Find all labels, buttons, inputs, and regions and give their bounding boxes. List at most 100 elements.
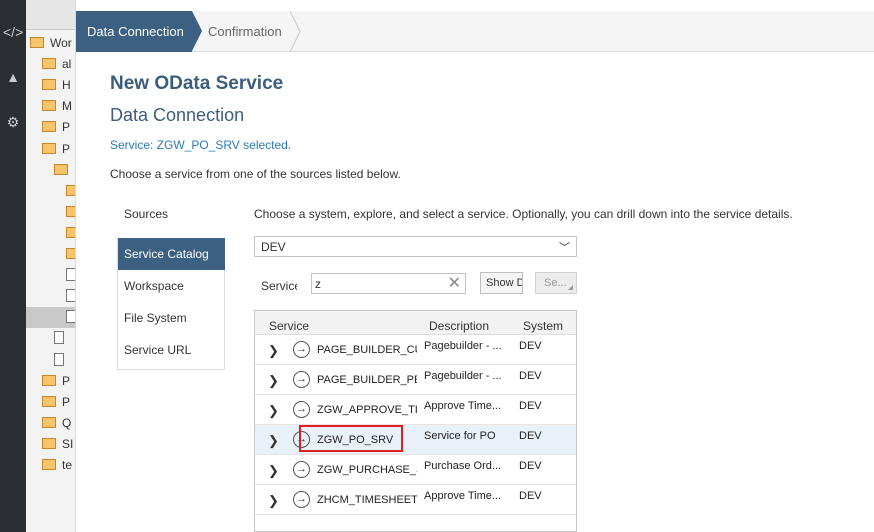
- tree-item-label: P: [62, 373, 71, 388]
- expand-chevron-icon[interactable]: ❯: [268, 403, 279, 419]
- source-item-service-url[interactable]: Service URL: [118, 334, 225, 366]
- folder-icon: [66, 226, 75, 238]
- catalog-instructions: Choose a system, explore, and select a s…: [254, 207, 793, 221]
- source-item-workspace[interactable]: Workspace: [118, 270, 225, 302]
- folder-icon: [42, 437, 56, 449]
- tree-item[interactable]: Q: [26, 413, 75, 434]
- tree-item-label: al: [62, 57, 72, 72]
- dialog-subtitle: Data Connection: [110, 105, 245, 125]
- file-icon: [66, 310, 75, 324]
- tree-item-label: Q: [62, 415, 72, 430]
- tree-item[interactable]: [26, 202, 75, 223]
- folder-icon: [42, 79, 56, 91]
- show-details-button[interactable]: Show Details: [480, 272, 523, 294]
- system-dropdown[interactable]: DEV ﹀: [254, 236, 577, 257]
- table-header: Service Description System: [255, 311, 576, 335]
- gear-icon[interactable]: ⚙: [3, 112, 23, 132]
- expand-chevron-icon[interactable]: ❯: [268, 373, 279, 389]
- tree-item[interactable]: P: [26, 371, 75, 392]
- service-description: Pagebuilder - ...: [424, 340, 502, 352]
- column-header-service[interactable]: Service: [269, 319, 309, 333]
- file-icon: [66, 289, 75, 303]
- expand-chevron-icon[interactable]: ❯: [268, 463, 279, 479]
- step-confirmation[interactable]: Confirmation: [208, 11, 282, 52]
- tree-item[interactable]: [26, 350, 75, 371]
- tree-item[interactable]: te: [26, 455, 75, 476]
- ide-side-rail: </> ▲ ⚙: [0, 0, 26, 532]
- service-system: DEV: [519, 430, 542, 442]
- tree-item[interactable]: P: [26, 117, 75, 138]
- tree-item[interactable]: [26, 181, 75, 202]
- service-search-field[interactable]: ✕: [311, 273, 466, 294]
- folder-icon: [42, 100, 56, 112]
- folder-icon: [42, 58, 56, 70]
- tree-item[interactable]: P: [26, 392, 75, 413]
- service-name: PAGE_BUILDER_CUST: [317, 344, 417, 356]
- navigate-arrow-icon[interactable]: →: [293, 491, 310, 508]
- service-search-label: Service: [261, 279, 297, 293]
- tree-item[interactable]: [26, 160, 75, 181]
- folder-icon: [42, 142, 56, 154]
- service-description: Service for PO: [424, 430, 496, 442]
- file-icon: [54, 352, 64, 366]
- tree-item-label: P: [62, 394, 71, 409]
- service-system: DEV: [519, 340, 542, 352]
- service-system: DEV: [519, 490, 542, 502]
- folder-icon: [66, 205, 75, 217]
- service-search-input[interactable]: [315, 276, 443, 291]
- tree-item-label: te: [62, 458, 73, 472]
- tree-item[interactable]: P: [26, 139, 75, 160]
- service-name: PAGE_BUILDER_PERS: [317, 374, 417, 386]
- table-row[interactable]: ❯ → ZHCM_TIMESHEET_SRV Approve Time... DEV: [255, 485, 576, 515]
- tree-item[interactable]: [26, 223, 75, 244]
- graduation-cap-icon[interactable]: ▲: [3, 67, 23, 87]
- expand-chevron-icon[interactable]: ❯: [268, 493, 279, 509]
- clear-icon[interactable]: ✕: [448, 275, 461, 292]
- tree-item[interactable]: [26, 244, 75, 265]
- tree-item[interactable]: [26, 265, 75, 286]
- tree-item[interactable]: M: [26, 96, 75, 117]
- navigate-arrow-icon[interactable]: →: [293, 371, 310, 388]
- tree-item[interactable]: Wor: [26, 33, 75, 54]
- tree-item[interactable]: [26, 307, 75, 329]
- tree-item[interactable]: H: [26, 75, 75, 96]
- tree-item[interactable]: al: [26, 54, 75, 75]
- service-name: ZHCM_TIMESHEET_SRV: [317, 494, 417, 506]
- tree-item-label: H: [62, 78, 71, 93]
- selection-highlight-box: [299, 425, 403, 452]
- expand-chevron-icon[interactable]: ❯: [268, 343, 279, 359]
- service-system: DEV: [519, 400, 542, 412]
- folder-icon: [54, 163, 68, 175]
- tree-item-label: P: [62, 120, 71, 135]
- service-system: DEV: [519, 370, 542, 382]
- service-name: ZGW_PURCHASE_SRV: [317, 464, 417, 476]
- sources-list: Service Catalog Workspace File System Servi…: [117, 238, 225, 370]
- code-icon[interactable]: </>: [3, 22, 23, 42]
- folder-icon: [66, 184, 75, 196]
- tree-item[interactable]: SI: [26, 434, 75, 455]
- table-row[interactable]: ❯ → PAGE_BUILDER_CUST Pagebuilder - ... DEV: [255, 335, 576, 365]
- column-header-description[interactable]: Description: [429, 319, 489, 333]
- column-header-system[interactable]: System: [523, 319, 563, 333]
- system-dropdown-value: DEV: [261, 240, 286, 254]
- select-button[interactable]: Se...: [535, 272, 577, 294]
- folder-icon: [42, 374, 56, 386]
- tree-item[interactable]: [26, 286, 75, 307]
- source-item-file-system[interactable]: File System: [118, 302, 225, 334]
- step-data-connection[interactable]: Data Connection: [76, 11, 202, 52]
- tree-item-label: M: [62, 99, 72, 114]
- table-row[interactable]: ❯ → ZGW_PO_SRV Service for PO DEV: [255, 425, 576, 455]
- tree-item-label: SI: [62, 436, 74, 451]
- tree-item[interactable]: [26, 328, 75, 349]
- expand-chevron-icon[interactable]: ❯: [268, 433, 279, 449]
- source-item-service-catalog[interactable]: Service Catalog: [118, 238, 225, 270]
- table-row[interactable]: ❯ → ZGW_APPROVE_TIMESHEET Approve Time... DE…: [255, 395, 576, 425]
- table-row[interactable]: ❯ → ZGW_PURCHASE_SRV Purchase Ord... DEV: [255, 455, 576, 485]
- navigate-arrow-icon[interactable]: →: [293, 461, 310, 478]
- service-description: Approve Time...: [424, 400, 502, 412]
- navigate-arrow-icon[interactable]: →: [293, 401, 310, 418]
- table-row[interactable]: ❯ → PAGE_BUILDER_PERS Pagebuilder - ... DEV: [255, 365, 576, 395]
- dialog-title: New OData Service: [110, 73, 284, 94]
- service-description: Approve Time...: [424, 490, 502, 502]
- navigate-arrow-icon[interactable]: →: [293, 341, 310, 358]
